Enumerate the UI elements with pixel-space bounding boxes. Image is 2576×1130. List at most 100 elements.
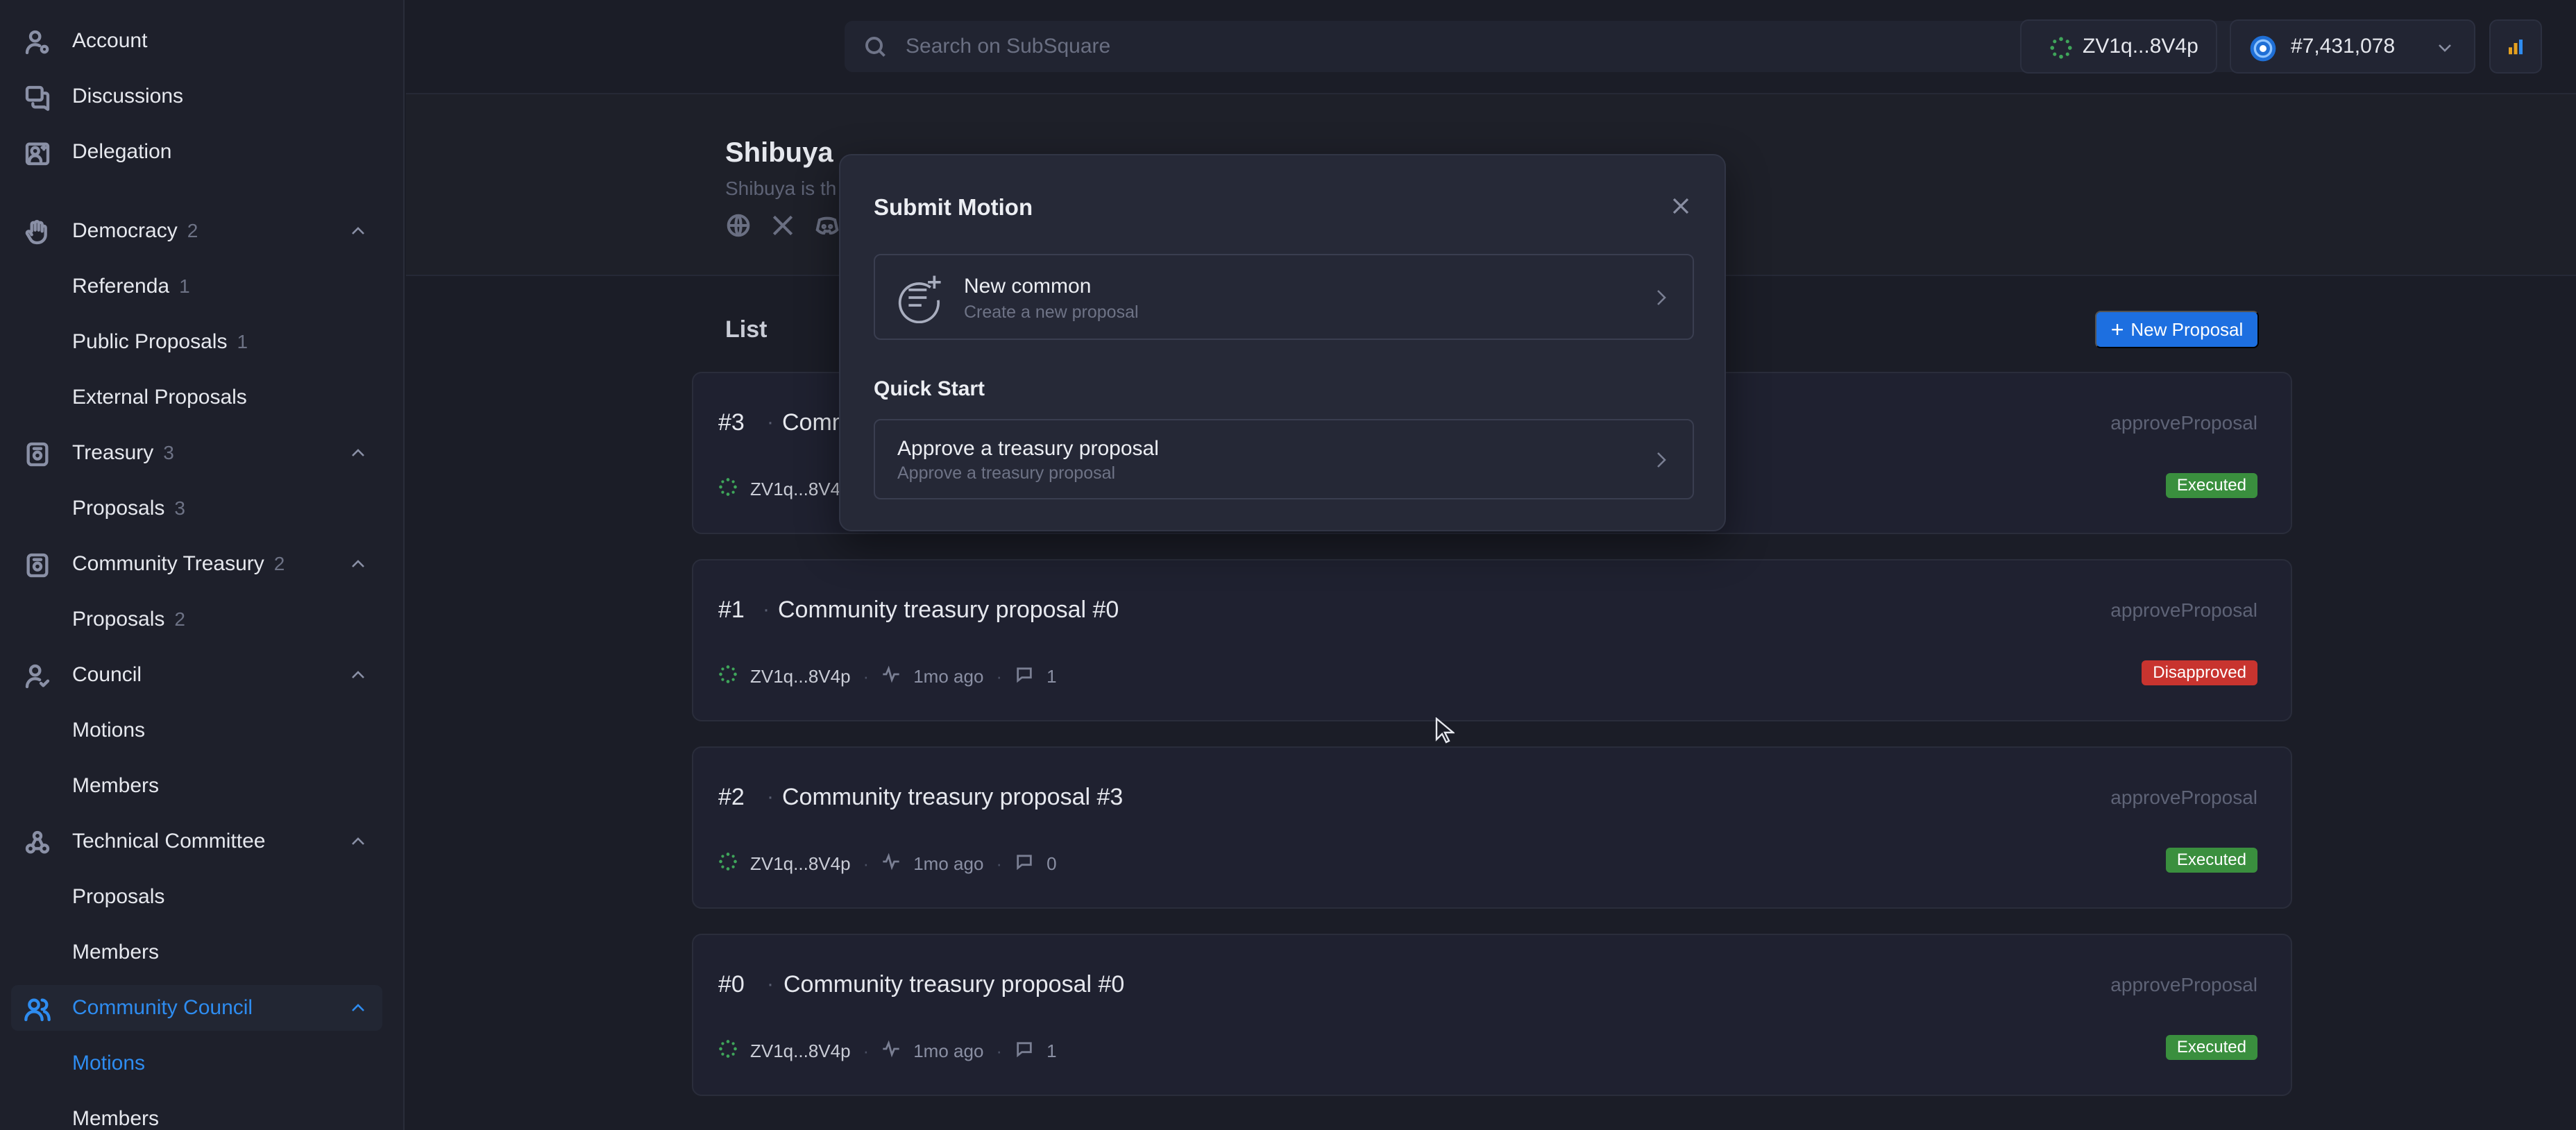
x-twitter-icon[interactable] [770, 212, 796, 242]
chain-links [725, 212, 840, 242]
separator-dot: · [863, 853, 870, 874]
council-icon [24, 662, 51, 690]
proposer-address[interactable]: ZV1q...8V4p [750, 853, 851, 875]
sidebar-item-discussions[interactable]: Discussions [11, 74, 382, 119]
treasury-icon [24, 551, 51, 579]
sidebar-item-cc-motions[interactable]: Motions [11, 1041, 382, 1086]
sidebar-item-external-proposals[interactable]: External Proposals [11, 375, 382, 420]
discord-icon[interactable] [814, 212, 840, 242]
plus-icon: + [2110, 317, 2124, 342]
mouse-cursor-icon [1435, 717, 1456, 745]
separator-dot: · [767, 411, 774, 434]
sidebar-item-treasury-proposals[interactable]: Proposals 3 [11, 486, 382, 531]
sidebar-item-label: Motions [72, 1052, 146, 1075]
proposer-address[interactable]: ZV1q...8V4p [750, 666, 851, 687]
treasury-icon [24, 440, 51, 468]
new-proposal-button[interactable]: + New Proposal [2095, 311, 2259, 348]
sidebar-item-council-members[interactable]: Members [11, 763, 382, 809]
sidebar-item-label: Delegation [72, 140, 172, 163]
sidebar-item-cc-members[interactable]: Members [11, 1096, 382, 1130]
sidebar-item-referenda[interactable]: Referenda 1 [11, 264, 382, 309]
delegation-icon [24, 139, 51, 167]
proposal-time: 1mo ago [913, 666, 984, 687]
count-badge: 3 [163, 442, 174, 463]
chevron-up-icon[interactable] [350, 558, 366, 570]
sidebar-item-council-motions[interactable]: Motions [11, 708, 382, 753]
option-approve-treasury-proposal[interactable]: Approve a treasury proposal Approve a tr… [874, 419, 1694, 499]
proposal-method: approveProposal [2110, 599, 2257, 621]
separator-dot: · [996, 853, 1003, 874]
proposal-method: approveProposal [2110, 974, 2257, 995]
chevron-right-icon [1655, 289, 1668, 307]
network-selector[interactable]: #7,431,078 [2230, 19, 2475, 74]
proposer-address[interactable]: ZV1q...8V4 [750, 479, 840, 500]
proposal-card[interactable]: #0 · Community treasury proposal #0 appr… [692, 934, 2292, 1096]
stats-button[interactable] [2489, 19, 2542, 74]
separator-dot: · [767, 785, 774, 808]
user-icon [24, 28, 51, 56]
option-new-common[interactable]: New common Create a new proposal [874, 254, 1694, 340]
list-title: List [725, 316, 768, 343]
chevron-up-icon[interactable] [350, 1002, 366, 1014]
sidebar-item-label: Members [72, 1107, 160, 1130]
sidebar-item-public-proposals[interactable]: Public Proposals 1 [11, 319, 382, 365]
sidebar-item-tc-proposals[interactable]: Proposals [11, 874, 382, 920]
users-icon [24, 995, 51, 1023]
proposal-card[interactable]: #2 · Community treasury proposal #3 appr… [692, 746, 2292, 909]
proposal-method: approveProposal [2110, 412, 2257, 434]
option-subtitle: Create a new proposal [964, 302, 1139, 322]
status-badge: Executed [2165, 1035, 2257, 1060]
chevron-right-icon [1655, 451, 1668, 469]
close-icon[interactable] [1670, 196, 1691, 216]
submit-motion-dialog: Submit Motion New common Create a new pr… [839, 154, 1726, 531]
sidebar-item-treasury[interactable]: Treasury 3 [11, 430, 382, 476]
proposer-address[interactable]: ZV1q...8V4p [750, 1041, 851, 1062]
proposal-meta: ZV1q...8V4 [718, 477, 840, 502]
status-badge: Disapproved [2142, 660, 2257, 685]
proposal-index: #0 [718, 971, 745, 998]
separator-dot: · [996, 1041, 1003, 1061]
sidebar-item-community-treasury[interactable]: Community Treasury 2 [11, 541, 382, 587]
sidebar-item-label: Motions [72, 719, 146, 742]
sidebar-item-label: Referenda [72, 275, 170, 298]
proposal-title[interactable]: Community treasury proposal #3 [782, 784, 1123, 811]
proposal-title[interactable]: Community treasury proposal #0 [783, 971, 1124, 998]
website-icon[interactable] [725, 212, 752, 242]
option-title: New common [964, 275, 1092, 298]
proposal-index: #3 [718, 409, 745, 436]
proposal-index: #2 [718, 784, 745, 810]
sidebar-item-technical-committee[interactable]: Technical Committee [11, 819, 382, 864]
bar-chart-icon [2505, 36, 2526, 57]
sidebar-item-delegation[interactable]: Delegation [11, 129, 382, 175]
separator-dot: · [863, 1041, 870, 1061]
chevron-up-icon[interactable] [350, 225, 366, 237]
separator-dot: · [763, 598, 770, 621]
sidebar-item-label: Proposals [72, 497, 165, 520]
chevron-up-icon[interactable] [350, 835, 366, 848]
proposal-index: #1 [718, 597, 745, 623]
block-height: #7,431,078 [2291, 35, 2396, 58]
sidebar-item-democracy[interactable]: Democracy 2 [11, 208, 382, 254]
proposal-time: 1mo ago [913, 853, 984, 874]
search-icon [863, 34, 888, 59]
sidebar-item-label: Account [72, 29, 148, 52]
proposal-card[interactable]: #1 · Community treasury proposal #0 appr… [692, 559, 2292, 721]
account-button[interactable]: ZV1q...8V4p [2020, 19, 2217, 74]
sidebar-item-label: Proposals [72, 608, 165, 631]
sidebar-item-label: Community Council [72, 996, 253, 1019]
comment-count: 1 [1046, 666, 1057, 687]
sidebar-item-tc-members[interactable]: Members [11, 930, 382, 975]
sidebar-item-account[interactable]: Account [11, 18, 382, 64]
account-avatar-icon [718, 665, 738, 689]
sidebar-item-community-treasury-proposals[interactable]: Proposals 2 [11, 597, 382, 642]
proposal-title[interactable]: Community treasury proposal #0 [778, 597, 1119, 624]
sidebar-item-label: Members [72, 774, 160, 797]
separator-dot: · [863, 666, 870, 687]
sidebar-item-community-council[interactable]: Community Council [11, 985, 382, 1031]
activity-icon [881, 1039, 901, 1063]
account-avatar-icon [718, 852, 738, 876]
chevron-up-icon[interactable] [350, 447, 366, 459]
sidebar-item-council[interactable]: Council [11, 652, 382, 698]
chevron-up-icon[interactable] [350, 669, 366, 681]
app-root: Account Discussions Delegation Democracy… [0, 0, 2576, 1130]
